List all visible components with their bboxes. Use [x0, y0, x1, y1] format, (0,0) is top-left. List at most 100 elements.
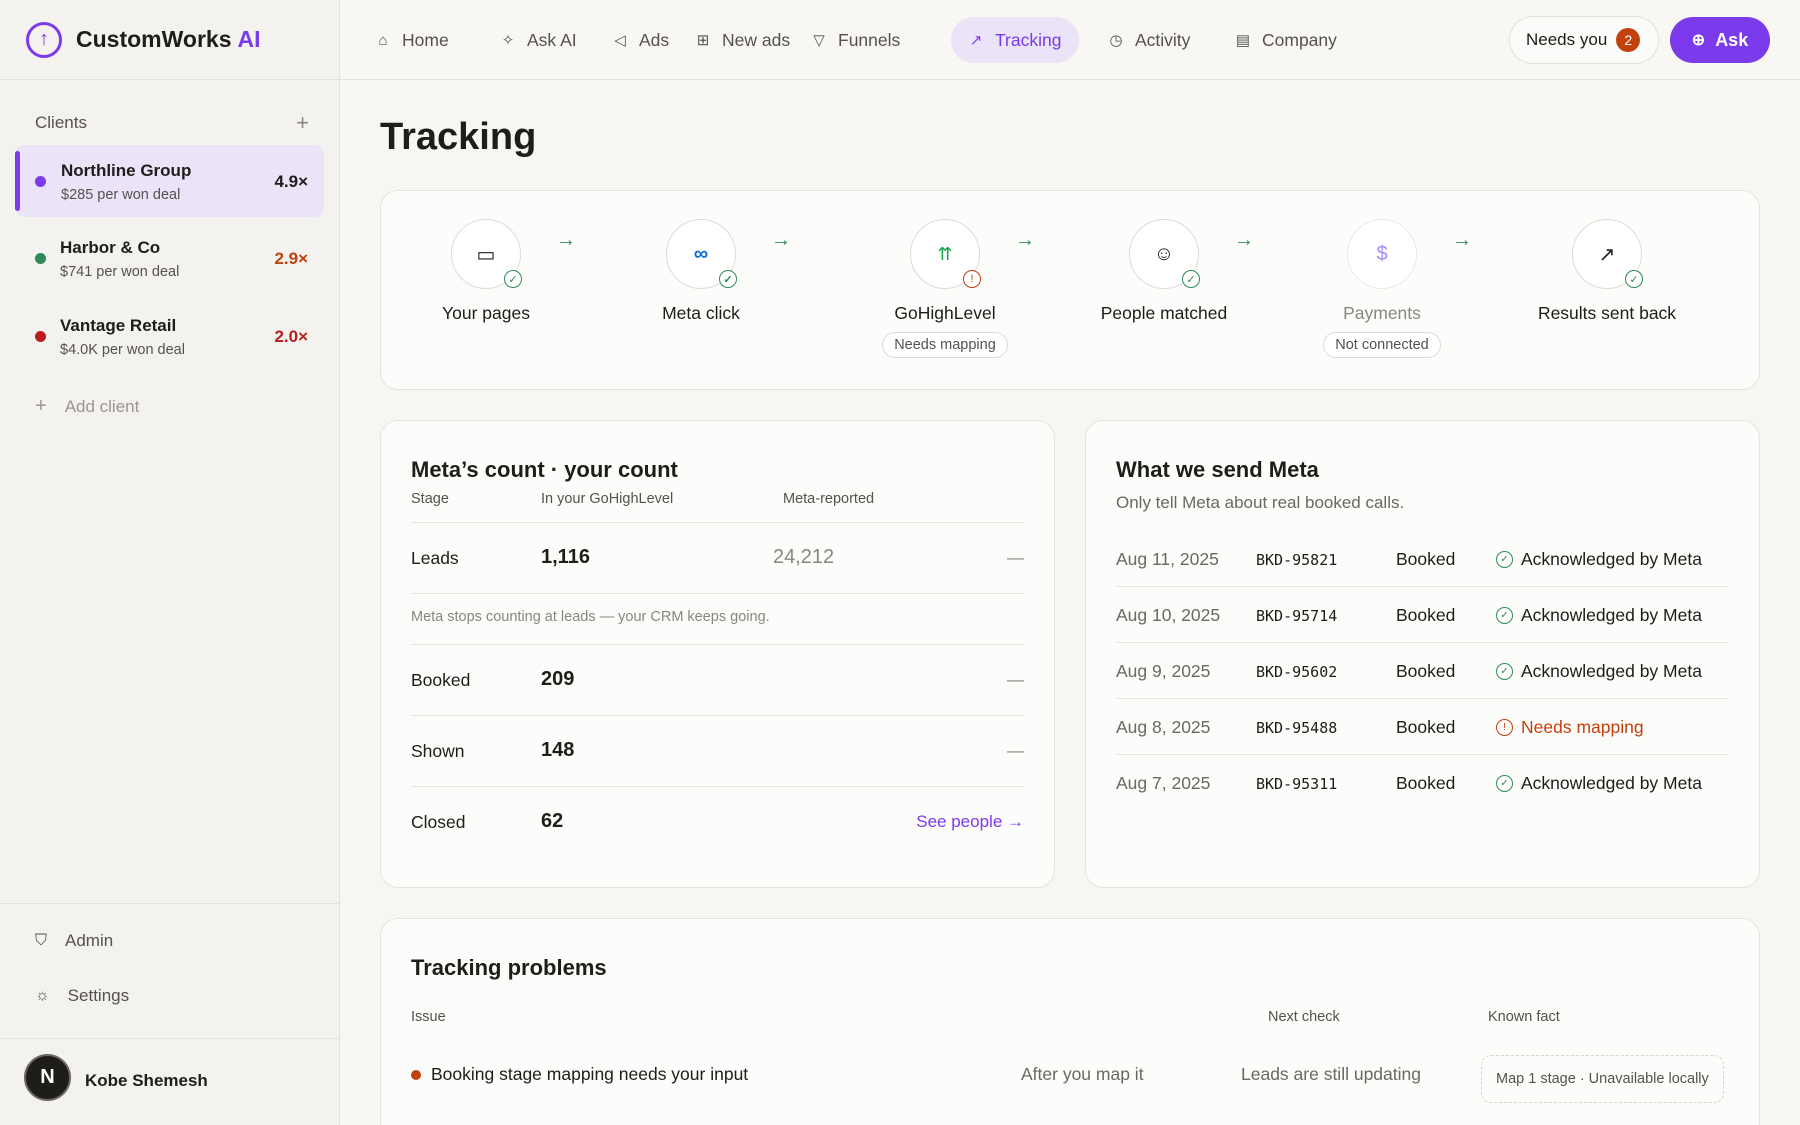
event-id: BKD-95821	[1256, 551, 1338, 569]
meta-leads: 24,212	[773, 546, 835, 568]
row-divider	[411, 644, 1024, 645]
row-divider	[411, 786, 1024, 787]
event-id: BKD-95714	[1256, 607, 1338, 625]
warning-circle-icon: !	[1496, 719, 1513, 736]
see-people-link[interactable]: See people →	[916, 812, 1024, 832]
brand-name: CustomWorks	[76, 26, 232, 52]
event-status-text: Needs mapping	[1521, 717, 1644, 737]
client-cost: $4.0K per won deal	[60, 342, 185, 358]
client-status-dot	[35, 331, 46, 342]
event-date: Aug 8, 2025	[1116, 717, 1211, 737]
needs-you-button[interactable]: Needs you 2	[1509, 16, 1659, 64]
arrow-up-circle-icon: ⊕	[1691, 32, 1706, 49]
nav-ads[interactable]: ◁ Ads	[597, 17, 683, 63]
pipeline-step-payments[interactable]: $ Payments Not connected	[1292, 219, 1472, 358]
step-status-pill: Needs mapping	[882, 332, 1008, 358]
step-label: Payments	[1343, 303, 1421, 323]
pipeline-step-gohighlevel[interactable]: ⇈ ! GoHighLevel Needs mapping	[855, 219, 1035, 358]
event-row[interactable]: Aug 8, 2025 BKD-95488 Booked ! Needs mapp…	[1116, 699, 1729, 755]
tracking-pipeline: ▭ ✓ Your pages → ∞ ✓ Meta click → ⇈ ! Go…	[380, 190, 1760, 390]
person-icon: ☺ ✓	[1129, 219, 1200, 289]
crm-leads: 1,116	[541, 546, 590, 568]
check-circle-icon: ✓	[1182, 270, 1200, 288]
step-label: Results sent back	[1537, 303, 1677, 323]
arrow-right-icon: →	[1015, 229, 1035, 251]
client-name: Northline Group	[61, 161, 192, 180]
client-item-northline[interactable]: Northline Group $285 per won deal 4.9×	[15, 145, 324, 217]
event-status: ✓ Acknowledged by Meta	[1496, 773, 1702, 794]
problem-issue[interactable]: Booking stage mapping needs your input	[411, 1064, 748, 1085]
pipeline-step-results-sent[interactable]: ↗ ✓ Results sent back	[1517, 219, 1697, 324]
browser-window-icon: ▭ ✓	[451, 219, 522, 289]
ask-button[interactable]: ⊕ Ask	[1670, 17, 1770, 63]
client-cost: $741 per won deal	[60, 264, 180, 280]
pipeline-step-meta-click[interactable]: ∞ ✓ Meta click	[611, 219, 791, 324]
avatar: N	[24, 1054, 71, 1101]
event-row[interactable]: Aug 10, 2025 BKD-95714 Booked ✓ Acknowled…	[1116, 587, 1729, 643]
check-circle-icon: ✓	[1625, 270, 1643, 288]
send-subtitle: Only tell Meta about real booked calls.	[1116, 493, 1405, 512]
sidebar-item-admin[interactable]: ⛉ Admin	[35, 931, 113, 951]
col-crm: In your GoHighLevel	[541, 491, 674, 507]
funnel-icon: ▽	[813, 32, 825, 49]
brand[interactable]: ↑ CustomWorks AI	[0, 0, 339, 80]
add-client-label: Add client	[64, 396, 140, 416]
step-label: Your pages	[442, 303, 530, 323]
event-status: ✓ Acknowledged by Meta	[1496, 549, 1702, 570]
trend-icon: ↗	[969, 32, 983, 49]
event-status-text: Acknowledged by Meta	[1521, 605, 1702, 625]
event-stage: Booked	[1396, 717, 1456, 737]
nav-company[interactable]: ▤ Company	[1220, 17, 1351, 63]
clock-icon: ◷	[1109, 32, 1123, 49]
warning-circle-icon: !	[963, 270, 981, 288]
event-row[interactable]: Aug 7, 2025 BKD-95311 Booked ✓ Acknowledg…	[1116, 755, 1729, 811]
stage-shown: Shown	[411, 741, 465, 761]
event-date: Aug 10, 2025	[1116, 605, 1221, 625]
nav-new-ads[interactable]: ⊞ New ads	[680, 17, 804, 63]
arrow-right-icon: →	[1452, 229, 1472, 251]
sidebar-item-settings[interactable]: ☼ Settings	[35, 986, 129, 1006]
row-divider	[411, 715, 1024, 716]
row-divider	[411, 522, 1024, 523]
user-profile[interactable]: N Kobe Shemesh	[0, 1038, 340, 1125]
client-item-harbor[interactable]: Harbor & Co $741 per won deal 2.9×	[15, 222, 324, 294]
event-row[interactable]: Aug 11, 2025 BKD-95821 Booked ✓ Acknowled…	[1116, 531, 1729, 587]
plus-icon: +	[35, 395, 47, 417]
gear-icon: ☼	[35, 987, 50, 1004]
add-client-plus-icon[interactable]: +	[296, 110, 309, 136]
check-circle-icon: ✓	[1496, 775, 1513, 792]
stage-closed: Closed	[411, 812, 466, 832]
sparkle-icon: ✧	[501, 32, 515, 49]
problem-known-fact: Map 1 stage · Unavailable locally	[1481, 1055, 1724, 1103]
client-status-dot	[35, 253, 46, 264]
event-date: Aug 11, 2025	[1116, 549, 1219, 569]
shown-trail: —	[1007, 741, 1024, 760]
pipeline-step-pages[interactable]: ▭ ✓ Your pages	[396, 219, 576, 324]
client-status-dot	[35, 176, 46, 187]
col-known-fact: Known fact	[1488, 1009, 1560, 1025]
nav-label: Home	[402, 29, 449, 50]
event-stage: Booked	[1396, 773, 1456, 793]
nav-tracking[interactable]: ↗ Tracking	[951, 17, 1079, 63]
col-issue: Issue	[411, 1009, 446, 1025]
event-stage: Booked	[1396, 605, 1456, 625]
nav-ask-ai[interactable]: ✧ Ask AI	[485, 17, 591, 63]
booked-trail: —	[1007, 670, 1024, 689]
meta-infinity-icon: ∞ ✓	[666, 219, 737, 289]
event-row[interactable]: Aug 9, 2025 BKD-95602 Booked ✓ Acknowledg…	[1116, 643, 1729, 699]
ask-label: Ask	[1715, 29, 1749, 50]
nav-home[interactable]: ⌂ Home	[360, 17, 463, 63]
event-date: Aug 9, 2025	[1116, 661, 1211, 681]
crm-closed: 62	[541, 810, 564, 832]
step-label: People matched	[1100, 303, 1228, 323]
event-id: BKD-95311	[1256, 775, 1338, 793]
client-item-vantage[interactable]: Vantage Retail $4.0K per won deal 2.0×	[15, 300, 324, 372]
col-meta: Meta-reported	[783, 491, 875, 507]
nav-activity[interactable]: ◷ Activity	[1093, 17, 1204, 63]
row-divider	[411, 593, 1024, 594]
add-client-button[interactable]: + Add client	[35, 395, 139, 418]
pipeline-step-people-matched[interactable]: ☺ ✓ People matched	[1074, 219, 1254, 324]
gohighlevel-bars-icon: ⇈ !	[910, 219, 981, 289]
home-icon: ⌂	[378, 31, 388, 49]
nav-funnels[interactable]: ▽ Funnels	[796, 17, 914, 63]
